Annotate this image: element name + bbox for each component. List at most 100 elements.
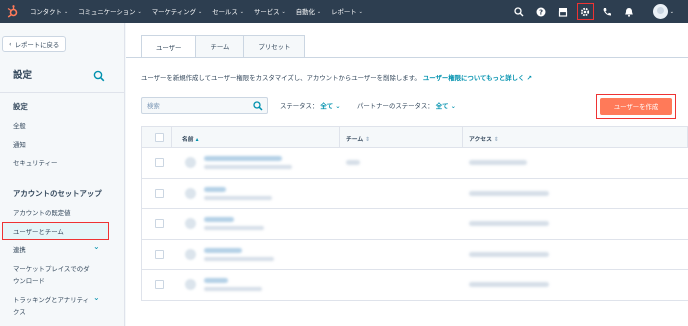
redacted-name <box>204 217 234 222</box>
redacted-name <box>204 156 282 161</box>
nav-marketing[interactable]: マーケティング ⌄ <box>152 7 202 16</box>
sidebar-item-notifications[interactable]: 通知 <box>13 140 26 149</box>
sidebar-title: 設定 <box>13 70 33 81</box>
table-row[interactable] <box>141 178 688 209</box>
chevron-down-icon: ⌄ <box>316 8 322 15</box>
chevron-left-icon: ‹ <box>9 40 12 48</box>
chevron-down-icon: ⌄ <box>137 8 142 15</box>
user-avatar[interactable] <box>652 4 668 19</box>
help-icon[interactable]: ? <box>535 5 548 18</box>
sidebar-item-users-and-teams[interactable]: ユーザーとチーム <box>2 222 109 240</box>
partner-filter-label: パートナーのステータス： <box>357 102 434 110</box>
search-icon[interactable] <box>253 101 263 111</box>
nav-service[interactable]: サービス ⌄ <box>254 7 286 16</box>
redacted-access <box>469 190 549 196</box>
main-content: ユーザー チーム プリセット ユーザーを新規作成してユーザー権限をカスタマイズし… <box>126 23 688 326</box>
select-all-checkbox[interactable] <box>155 133 164 142</box>
sort-ascending-icon: ▴ <box>195 137 199 143</box>
column-header-access[interactable]: アクセス ⇕ <box>469 134 499 143</box>
tab-users[interactable]: ユーザー <box>141 35 197 58</box>
redacted-name <box>204 247 242 253</box>
column-header-team[interactable]: チーム ⇕ <box>346 134 370 143</box>
sidebar-divider <box>0 92 124 93</box>
sidebar-section-settings: 設定 <box>13 102 28 111</box>
sidebar-item-marketplace-downloads-cont[interactable]: ウンロード <box>13 276 45 285</box>
row-checkbox[interactable] <box>155 188 164 198</box>
chevron-down-icon: ⌄ <box>450 102 456 110</box>
column-divider <box>339 127 340 148</box>
table-row[interactable] <box>141 270 688 301</box>
create-user-button[interactable]: ユーザーを作成 <box>600 98 672 115</box>
hubspot-logo-icon[interactable] <box>0 0 24 23</box>
nav-automation[interactable]: 自動化 ⌄ <box>296 7 321 16</box>
create-user-button-highlight: ユーザーを作成 <box>596 94 676 119</box>
chevron-down-icon: ⌄ <box>669 8 674 15</box>
column-header-name[interactable]: 名前 ▴ <box>182 134 199 143</box>
redacted-access <box>469 221 549 226</box>
row-checkbox[interactable] <box>155 158 164 167</box>
redacted-access <box>469 160 527 165</box>
column-divider <box>462 127 463 148</box>
gear-icon[interactable] <box>576 3 594 20</box>
sidebar-item-integrations[interactable]: 連携 <box>13 245 26 254</box>
marketplace-icon[interactable] <box>557 5 570 18</box>
sidebar-item-general[interactable]: 全般 <box>13 121 26 130</box>
sort-icon: ⇕ <box>365 137 371 143</box>
chevron-down-icon[interactable]: ⌄ <box>93 293 100 302</box>
avatar <box>185 157 196 168</box>
search-placeholder: 検索 <box>147 102 160 110</box>
search-icon[interactable] <box>93 67 105 82</box>
chevron-down-icon: ⌄ <box>63 8 69 15</box>
row-checkbox[interactable] <box>155 219 164 228</box>
back-button-label: レポートに戻る <box>14 40 60 49</box>
redacted-email <box>204 226 264 230</box>
sidebar-item-account-defaults[interactable]: アカウントの既定値 <box>13 208 71 217</box>
sidebar-item-label: ユーザーとチーム <box>13 227 64 236</box>
sidebar-item-tracking-analytics[interactable]: トラッキングとアナリティ <box>13 295 89 304</box>
redacted-email <box>204 287 262 291</box>
tab-teams[interactable]: チーム <box>195 35 245 57</box>
row-checkbox[interactable] <box>155 249 164 259</box>
top-navigation: コンタクト ⌄ コミュニケーション ⌄ マーケティング ⌄ セールス ⌄ サービス ⌄ 自… <box>0 0 688 23</box>
notification-bell-icon[interactable] <box>623 5 636 18</box>
tab-presets[interactable]: プリセット <box>243 35 306 57</box>
sidebar-item-security[interactable]: セキュリティー <box>13 158 57 167</box>
avatar <box>185 279 196 290</box>
chevron-down-icon: ⌄ <box>239 8 244 15</box>
nav-contacts[interactable]: コンタクト ⌄ <box>30 7 68 16</box>
partner-filter-value: 全て <box>435 102 449 110</box>
redacted-email <box>204 256 274 261</box>
nav-communication[interactable]: コミュニケーション ⌄ <box>78 7 142 16</box>
sidebar-section-account-setup: アカウントのセットアップ <box>13 189 102 198</box>
avatar <box>185 248 196 260</box>
status-filter[interactable]: ステータス： 全て ⌄ <box>280 101 341 110</box>
avatar <box>185 187 196 199</box>
avatar <box>185 218 196 229</box>
tab-bar: ユーザー チーム プリセット <box>141 35 306 58</box>
nav-sales[interactable]: セールス ⌄ <box>212 7 244 16</box>
chevron-down-icon[interactable]: ⌄ <box>93 242 100 251</box>
settings-sidebar: ‹ レポートに戻る 設定 設定 全般 通知 セキュリティー アカウントのセットア… <box>0 23 125 326</box>
search-icon[interactable] <box>513 5 526 18</box>
learn-more-link[interactable]: ユーザー権限についてもっと詳しく ↗ <box>423 74 532 82</box>
status-filter-value: 全て <box>320 102 334 110</box>
table-row[interactable] <box>141 148 688 179</box>
calling-icon[interactable] <box>601 5 614 18</box>
chevron-down-icon: ⌄ <box>335 102 341 110</box>
users-table: 名前 ▴ チーム ⇕ アクセス ⇕ <box>141 126 688 301</box>
search-input[interactable]: 検索 <box>141 97 268 114</box>
column-divider <box>171 127 172 148</box>
svg-text:?: ? <box>539 8 543 16</box>
table-header: 名前 ▴ チーム ⇕ アクセス ⇕ <box>141 126 688 148</box>
sidebar-item-tracking-analytics-cont[interactable]: クス <box>13 307 26 316</box>
table-row[interactable] <box>141 239 688 270</box>
partner-status-filter[interactable]: パートナーのステータス： 全て ⌄ <box>357 101 456 110</box>
redacted-email <box>204 195 272 200</box>
sidebar-item-marketplace-downloads[interactable]: マーケットプレイスでのダ <box>13 264 90 273</box>
back-to-reports-button[interactable]: ‹ レポートに戻る <box>2 36 67 52</box>
redacted-team <box>346 160 360 165</box>
row-checkbox[interactable] <box>155 280 164 289</box>
tab-divider <box>126 57 688 58</box>
nav-reports[interactable]: レポート ⌄ <box>331 7 363 16</box>
table-row[interactable] <box>141 209 688 240</box>
